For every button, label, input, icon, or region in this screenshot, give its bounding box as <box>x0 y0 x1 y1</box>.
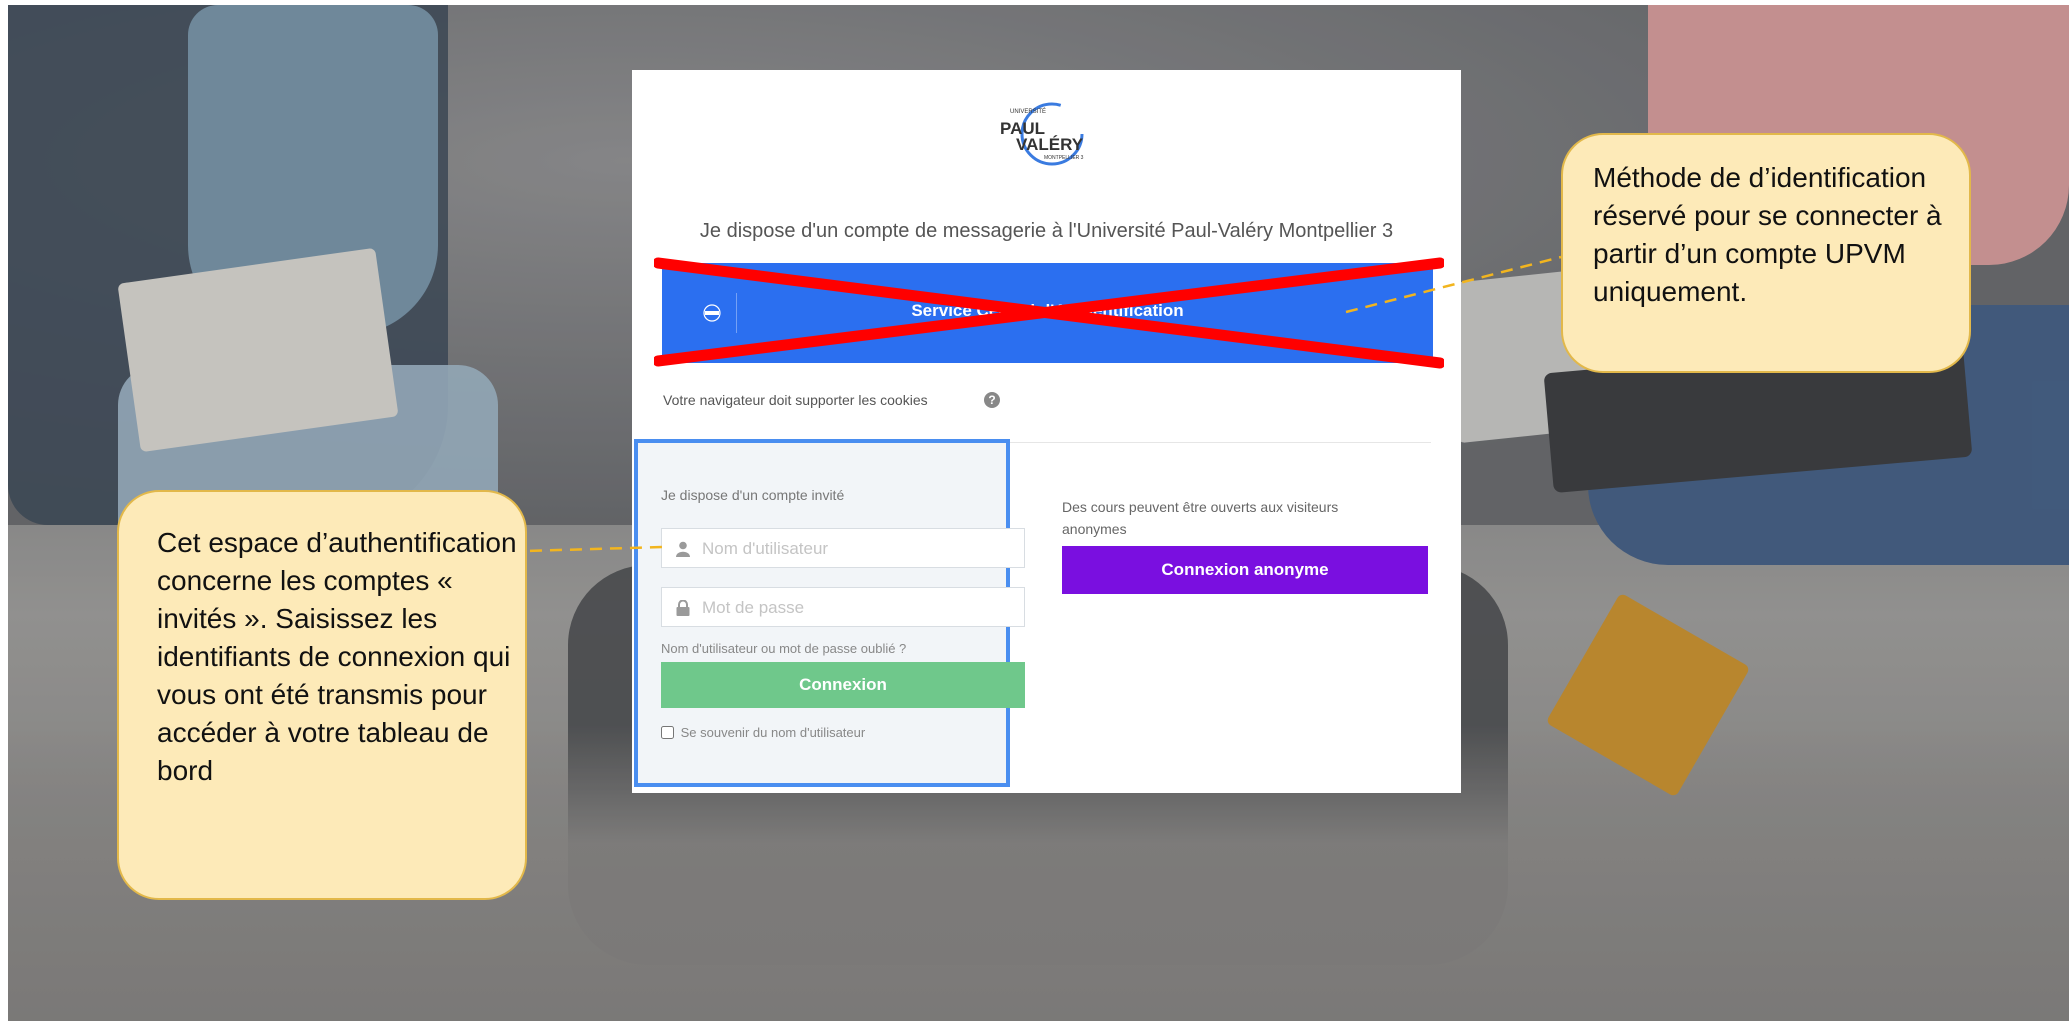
cas-button-label: Service Central d'Authentification <box>911 301 1184 320</box>
cas-login-button[interactable]: Service Central d'Authentification <box>662 263 1433 363</box>
cookies-notice: Votre navigateur doit supporter les cook… <box>663 392 928 408</box>
question-circle-icon[interactable]: ? <box>984 392 1000 408</box>
login-button[interactable]: Connexion <box>661 662 1025 708</box>
university-logo: UNIVERSITÉ PAUL VALÉRY MONTPELLIER 3 <box>1000 102 1084 166</box>
page-heading: Je dispose d'un compte de messagerie à l… <box>699 220 1394 242</box>
remember-username-checkbox[interactable] <box>661 726 674 739</box>
logo-line2: VALÉRY <box>1016 135 1084 154</box>
logo-top-text: UNIVERSITÉ <box>1010 108 1046 115</box>
logo-bottom-text: MONTPELLIER 3 <box>1044 155 1084 161</box>
username-input[interactable] <box>700 529 1014 569</box>
lock-icon <box>676 600 690 616</box>
guest-login-section: Je dispose d'un compte invité Nom d'util… <box>634 439 1025 787</box>
forgot-credentials-link[interactable]: Nom d'utilisateur ou mot de passe oublié… <box>661 641 906 656</box>
callout-guest-info: Cet espace d’authentification concerne l… <box>117 490 527 900</box>
callout-cas-info: Méthode de d’identification réservé pour… <box>1561 133 1971 373</box>
anonymous-login-button[interactable]: Connexion anonyme <box>1062 546 1428 594</box>
password-field <box>661 587 1025 628</box>
anonymous-notice: Des cours peuvent être ouverts aux visit… <box>1062 499 1339 537</box>
user-icon <box>676 541 690 557</box>
remember-username-row: Se souvenir du nom d'utilisateur <box>661 725 865 740</box>
password-input[interactable] <box>700 588 1014 628</box>
login-panel: UNIVERSITÉ PAUL VALÉRY MONTPELLIER 3 Je … <box>632 70 1461 793</box>
guest-section-title: Je dispose d'un compte invité <box>661 487 845 503</box>
username-field <box>661 528 1025 569</box>
remember-username-label: Se souvenir du nom d'utilisateur <box>680 725 866 740</box>
